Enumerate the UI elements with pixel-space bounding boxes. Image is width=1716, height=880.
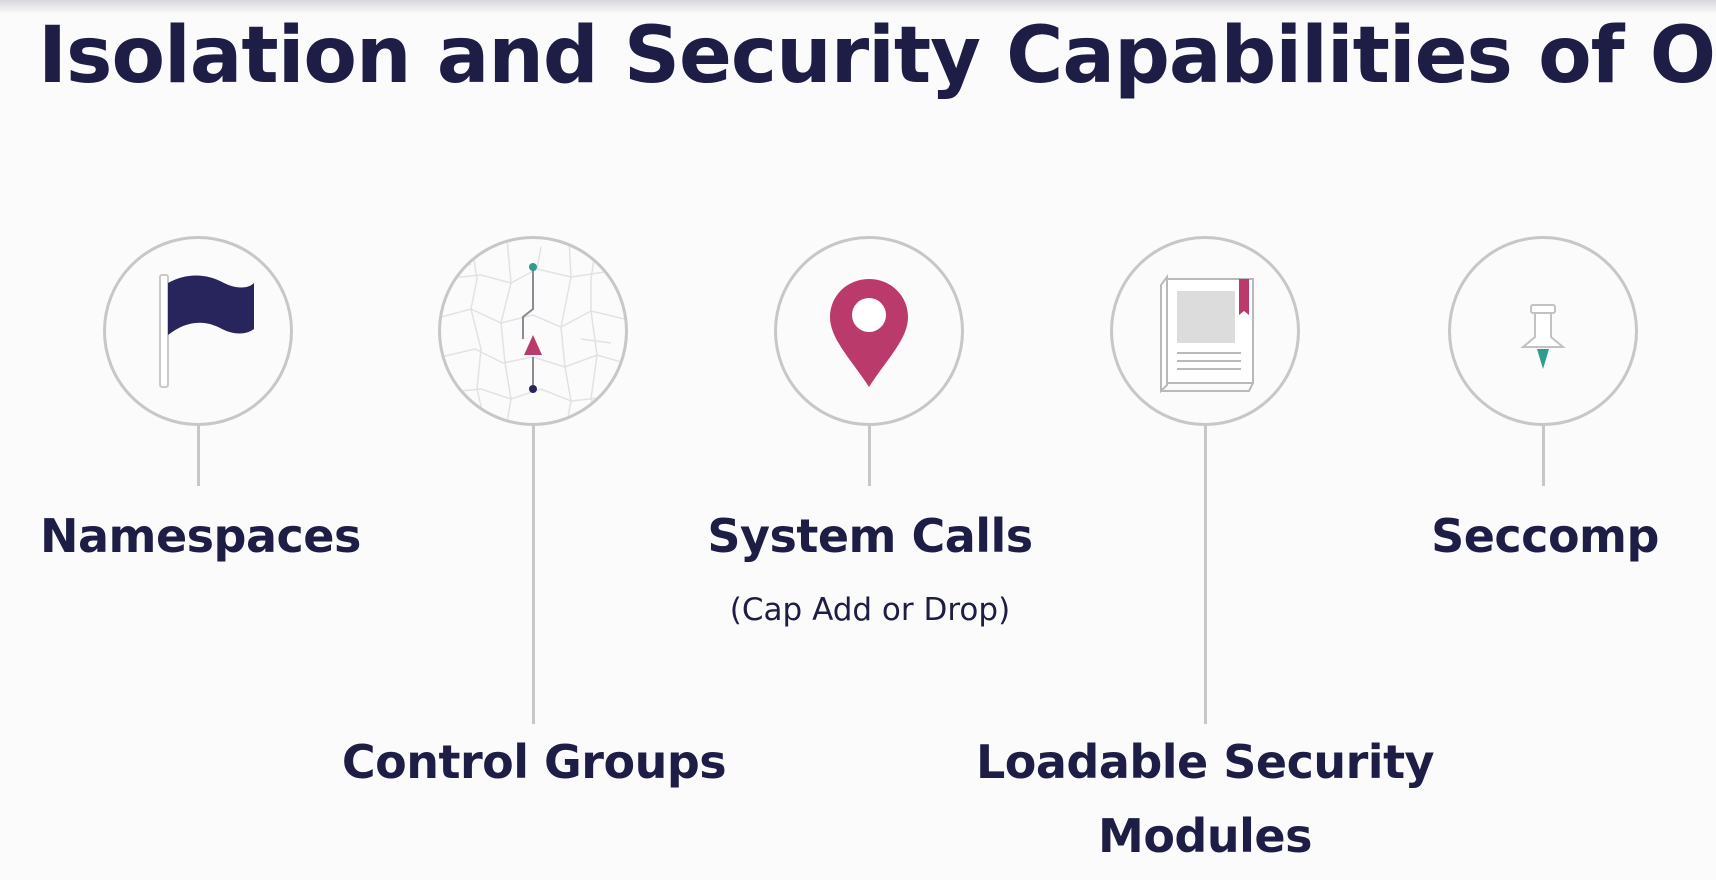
seccomp-label: Seccomp (1431, 509, 1659, 563)
namespaces-circle (103, 236, 293, 426)
loadable-security-label-line2: Modules (1098, 809, 1312, 863)
location-pin-icon (830, 279, 908, 387)
namespaces-label: Namespaces (40, 509, 361, 563)
namespaces-connector (197, 426, 200, 486)
slide-title: Isolation and Security Capabilities of O… (38, 11, 1716, 101)
loadable-security-circle (1110, 236, 1300, 426)
system-calls-sublabel: (Cap Add or Drop) (729, 592, 1011, 628)
route-start-dot (529, 263, 537, 271)
control-groups-connector (532, 426, 535, 724)
system-calls-label: System Calls (707, 509, 1033, 563)
loadable-security-label-line1: Loadable Security (975, 735, 1435, 789)
route-end-dot (529, 385, 537, 393)
system-calls-circle (774, 236, 964, 426)
control-groups-label: Control Groups (341, 735, 727, 789)
book-icon (1160, 274, 1254, 394)
route-arrow (524, 335, 542, 355)
loadable-security-connector (1204, 426, 1207, 724)
pushpin-icon (1520, 304, 1566, 369)
loadable-security-label: Loadable Security Modules (960, 734, 1450, 864)
seccomp-connector (1542, 426, 1545, 486)
map-route-icon (441, 239, 625, 423)
flag-icon (159, 274, 254, 388)
system-calls-connector (868, 426, 871, 486)
control-groups-circle (438, 236, 628, 426)
seccomp-circle (1448, 236, 1638, 426)
